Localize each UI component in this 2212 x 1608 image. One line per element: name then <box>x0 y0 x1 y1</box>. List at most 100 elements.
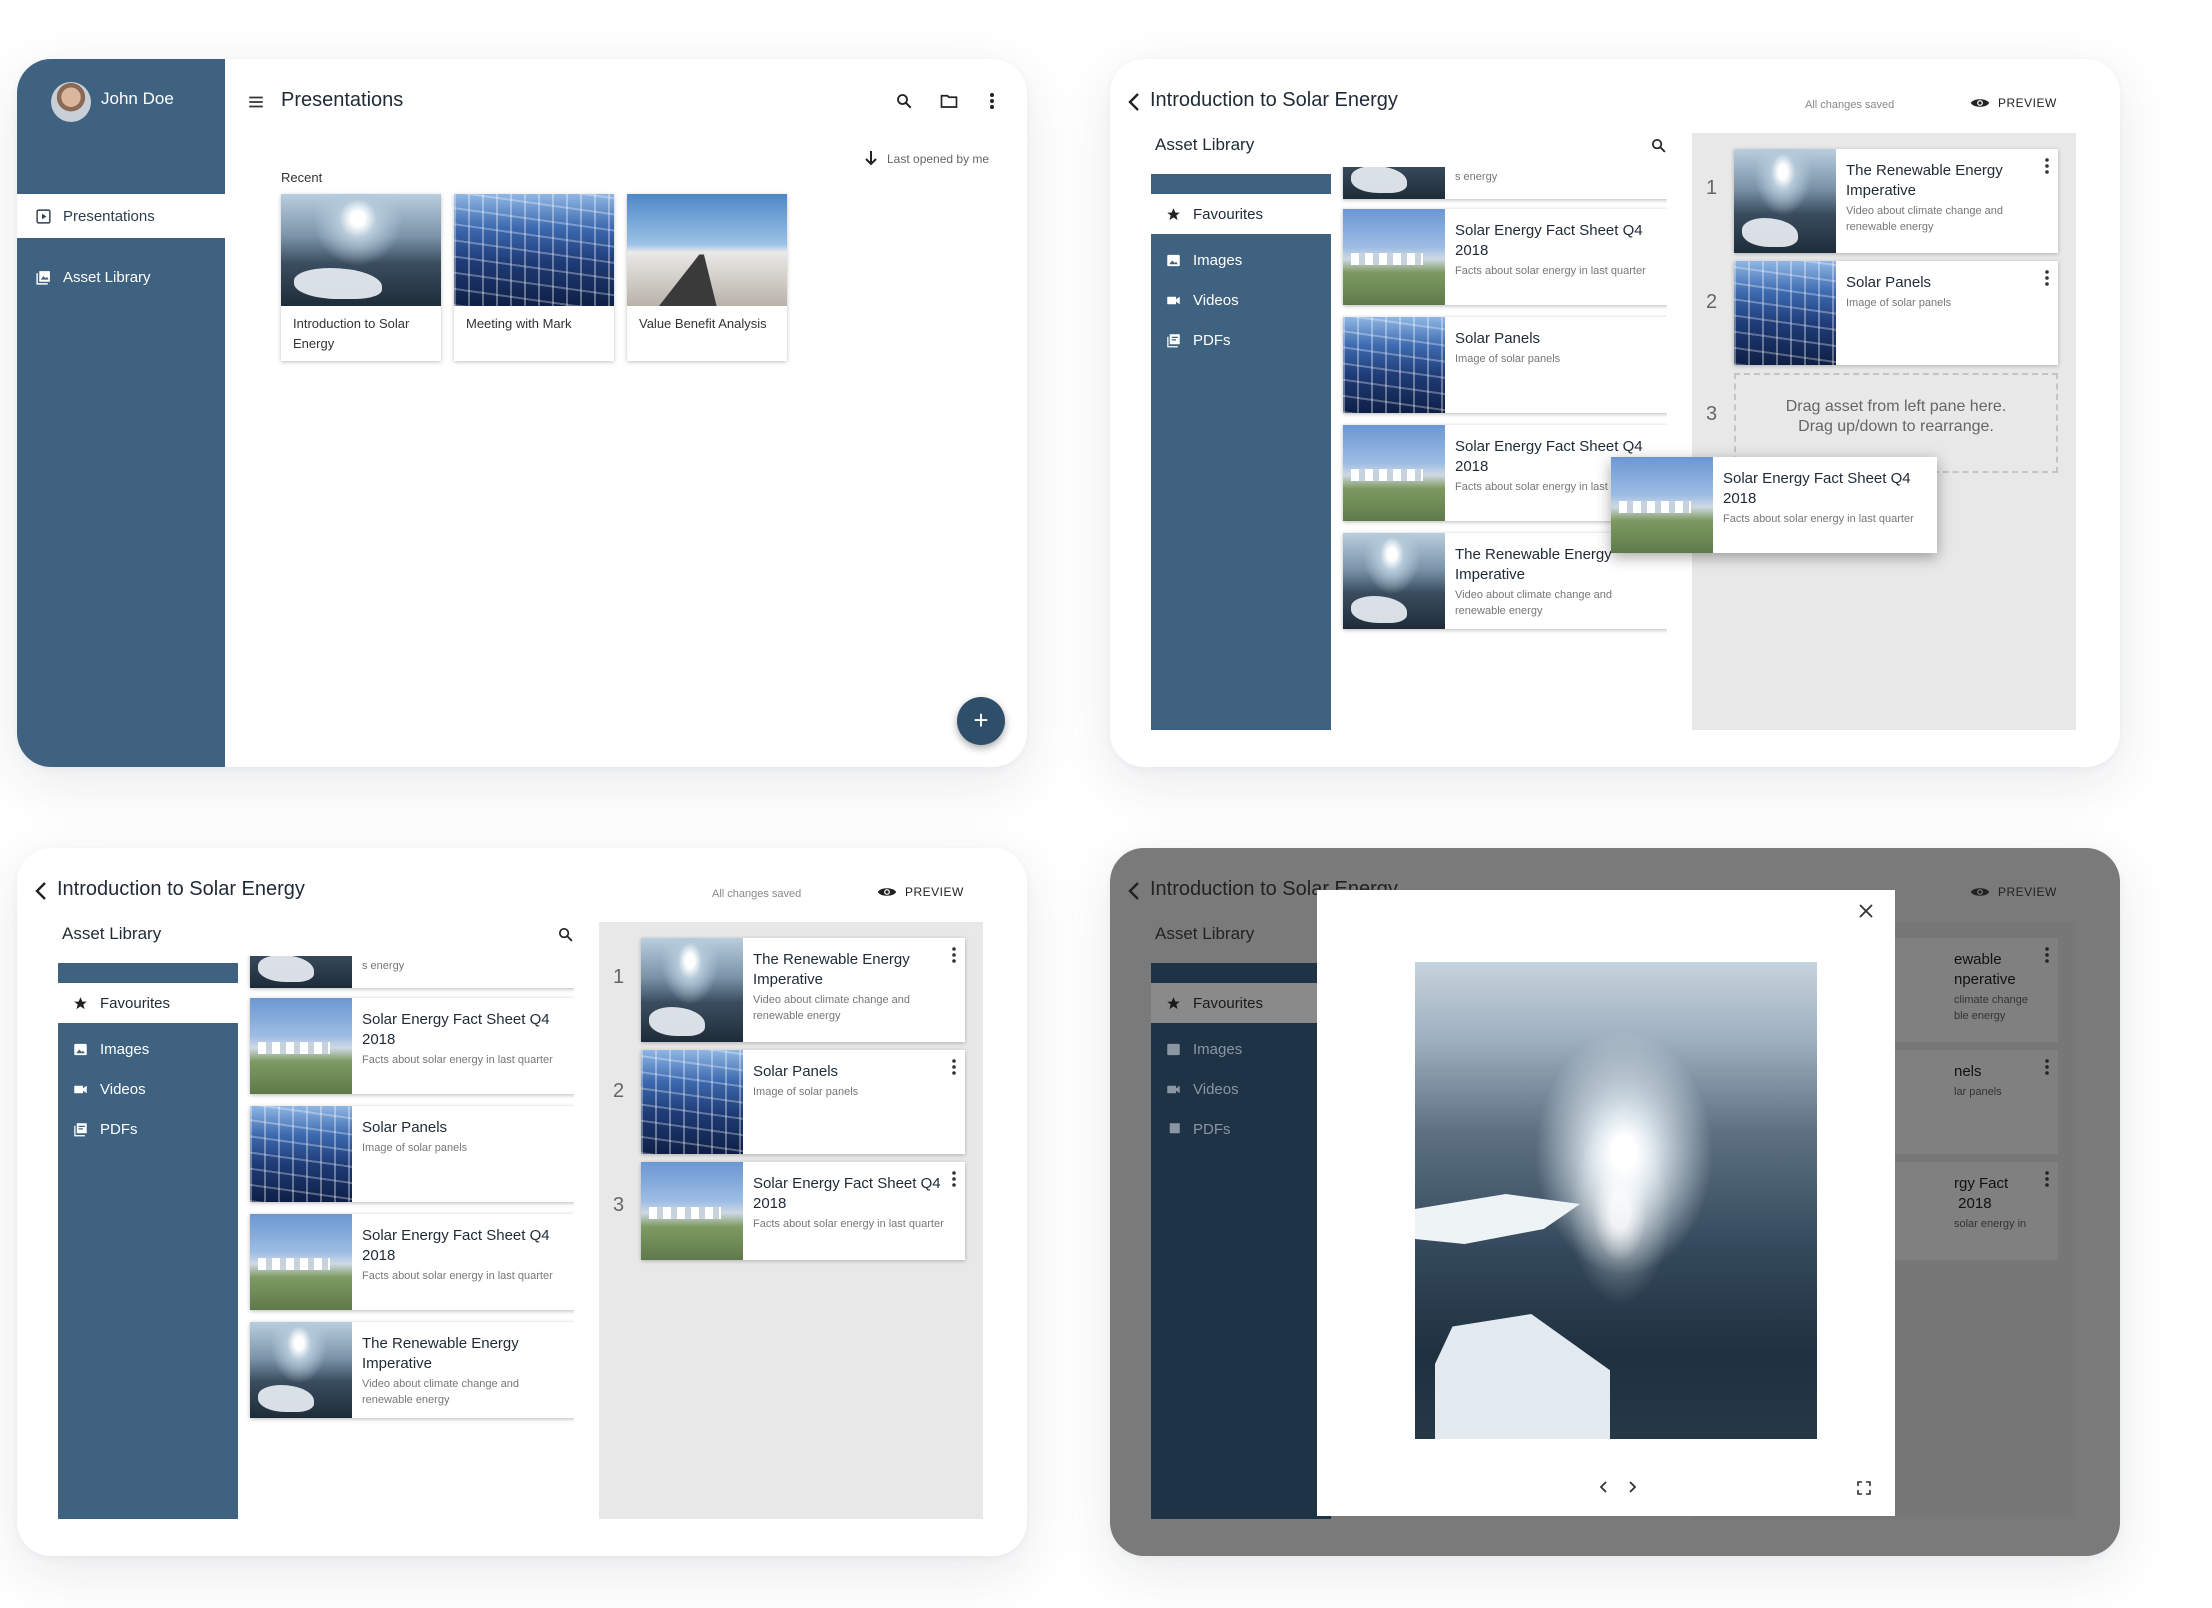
slide-number: 2 <box>1706 291 1718 313</box>
preview-button[interactable]: PREVIEW <box>1970 882 2057 902</box>
slide-thumbnail <box>641 938 743 1042</box>
sidebar-item-pdfs[interactable]: PDFs <box>58 1109 238 1149</box>
slide-card[interactable]: Solar Energy Fact Sheet Q4 2018 Facts abo… <box>641 1162 965 1260</box>
presentation-card[interactable]: Introduction to Solar Energy <box>281 194 441 361</box>
sidebar-item-favourites[interactable]: Favourites <box>1151 983 1331 1023</box>
sidebar-item-label: Favourites <box>100 994 171 1012</box>
card-title: Meeting with Mark <box>466 316 572 331</box>
library-title: Asset Library <box>1155 924 1255 943</box>
arrow-down-icon[interactable] <box>864 150 878 166</box>
sidebar-item-label: Videos <box>100 1080 146 1098</box>
star-icon <box>73 996 88 1011</box>
save-status: All changes saved <box>712 888 802 900</box>
asset-thumbnail <box>1343 167 1445 199</box>
close-icon[interactable] <box>1859 904 1873 918</box>
sidebar-item-favourites[interactable]: Favourites <box>1151 194 1331 234</box>
asset-description: s energy <box>362 960 405 972</box>
sidebar-item-pdfs[interactable]: PDFs <box>1151 320 1331 360</box>
sidebar-item-videos[interactable]: Videos <box>1151 280 1331 320</box>
sidebar-item-label: Videos <box>1193 1080 1239 1098</box>
asset-description: Image of solar panels <box>362 1142 468 1154</box>
asset-card[interactable]: Solar Panels Image of solar panels <box>1343 317 1667 413</box>
sidebar-item-presentations[interactable]: Presentations <box>17 194 225 238</box>
slide-title: Solar Panels <box>753 1063 839 1080</box>
asset-card[interactable]: s energy <box>1343 167 1667 199</box>
slide-card[interactable]: Solar Panels Image of solar panels <box>1734 261 2058 365</box>
preview-image <box>1415 962 1817 1439</box>
sidebar-item-favourites[interactable]: Favourites <box>58 983 238 1023</box>
presentation-card[interactable]: Meeting with Mark <box>454 194 614 361</box>
back-icon[interactable] <box>33 881 49 901</box>
more-vertical-icon[interactable] <box>2044 157 2050 175</box>
asset-card[interactable]: Solar Panels Image of solar panels <box>250 1106 574 1202</box>
preview-button[interactable]: PREVIEW <box>877 882 964 902</box>
more-vertical-icon[interactable] <box>951 946 957 964</box>
slide-number: 1 <box>613 966 625 988</box>
slide-number: 3 <box>613 1194 625 1216</box>
star-icon <box>1166 207 1181 222</box>
dragged-asset-card[interactable]: Solar Energy Fact Sheet Q4 2018 Facts abo… <box>1611 457 1937 553</box>
sidebar-item-videos[interactable]: Videos <box>58 1069 238 1109</box>
search-icon[interactable] <box>1650 137 1667 154</box>
menu-icon[interactable] <box>247 93 265 111</box>
chevron-left-icon[interactable] <box>1599 1480 1609 1494</box>
asset-thumbnail <box>1343 425 1445 521</box>
asset-card[interactable]: s energy <box>250 956 574 988</box>
preview-label: PREVIEW <box>1998 96 2057 110</box>
avatar[interactable] <box>51 82 91 122</box>
asset-thumbnail <box>250 1106 352 1202</box>
user-name: John Doe <box>101 89 174 108</box>
slide-description: Facts about solar energy in last quarter <box>753 1218 944 1230</box>
back-icon[interactable] <box>1126 881 1142 901</box>
asset-card[interactable]: Solar Energy Fact Sheet Q4 2018 Facts abo… <box>1343 209 1667 305</box>
eye-icon <box>1970 888 1990 896</box>
library-sidebar: Favourites Images Videos PDFs <box>58 963 238 1519</box>
asset-description: Image of solar panels <box>1455 353 1561 365</box>
add-presentation-button[interactable]: + <box>957 697 1005 745</box>
asset-card[interactable]: Solar Energy Fact Sheet Q4 2018 Facts abo… <box>250 998 574 1094</box>
search-icon[interactable] <box>557 926 574 943</box>
more-vertical-icon[interactable] <box>2044 1170 2050 1188</box>
preview-button[interactable]: PREVIEW <box>1970 93 2057 113</box>
image-icon <box>73 1042 88 1057</box>
asset-thumbnail <box>250 956 352 988</box>
save-status: All changes saved <box>1805 99 1895 111</box>
slide-description: Video about climate change and renewable… <box>753 994 910 1022</box>
sidebar-item-images[interactable]: Images <box>1151 1029 1331 1069</box>
more-vertical-icon[interactable] <box>2044 269 2050 287</box>
pdf-icon <box>73 1122 88 1137</box>
more-vertical-icon[interactable] <box>2044 946 2050 964</box>
sidebar-item-videos[interactable]: Videos <box>1151 1069 1331 1109</box>
asset-thumbnail <box>1343 533 1445 629</box>
search-icon[interactable] <box>895 92 913 110</box>
chevron-right-icon[interactable] <box>1627 1480 1637 1494</box>
asset-card[interactable]: Solar Energy Fact Sheet Q4 2018 Facts abo… <box>250 1214 574 1310</box>
more-vertical-icon[interactable] <box>989 92 995 110</box>
back-icon[interactable] <box>1126 92 1142 112</box>
more-vertical-icon[interactable] <box>951 1058 957 1076</box>
slide-title: ewable nperative <box>1954 951 2016 988</box>
more-vertical-icon[interactable] <box>951 1170 957 1188</box>
sidebar-item-images[interactable]: Images <box>1151 240 1331 280</box>
sidebar-item-pdfs[interactable]: PDFs <box>1151 1109 1331 1149</box>
sidebar-item-images[interactable]: Images <box>58 1029 238 1069</box>
sidebar-item-label: PDFs <box>1193 1120 1231 1138</box>
sidebar-item-label: Images <box>1193 251 1243 269</box>
preview-label: PREVIEW <box>905 885 964 899</box>
asset-thumbnail <box>1611 457 1713 553</box>
section-label: Recent <box>281 170 323 185</box>
slide-card[interactable]: The Renewable Energy Imperative Video abo… <box>641 938 965 1042</box>
slide-card[interactable]: Solar Panels Image of solar panels <box>641 1050 965 1154</box>
more-vertical-icon[interactable] <box>2044 1058 2050 1076</box>
sidebar-item-asset-library[interactable]: Asset Library <box>17 255 225 299</box>
sort-label[interactable]: Last opened by me <box>887 152 989 166</box>
fullscreen-icon[interactable] <box>1857 1481 1871 1495</box>
presentation-card[interactable]: Value Benefit Analysis <box>627 194 787 361</box>
folder-icon[interactable] <box>939 92 959 110</box>
asset-description: Video about climate change and renewable… <box>362 1378 519 1406</box>
asset-card[interactable]: The Renewable Energy Imperative Video abo… <box>250 1322 574 1418</box>
slide-card[interactable]: The Renewable Energy Imperative Video abo… <box>1734 149 2058 253</box>
asset-thumbnail <box>250 998 352 1094</box>
thumbnail <box>281 194 441 306</box>
slide-description: climate change ble energy <box>1954 994 2028 1022</box>
